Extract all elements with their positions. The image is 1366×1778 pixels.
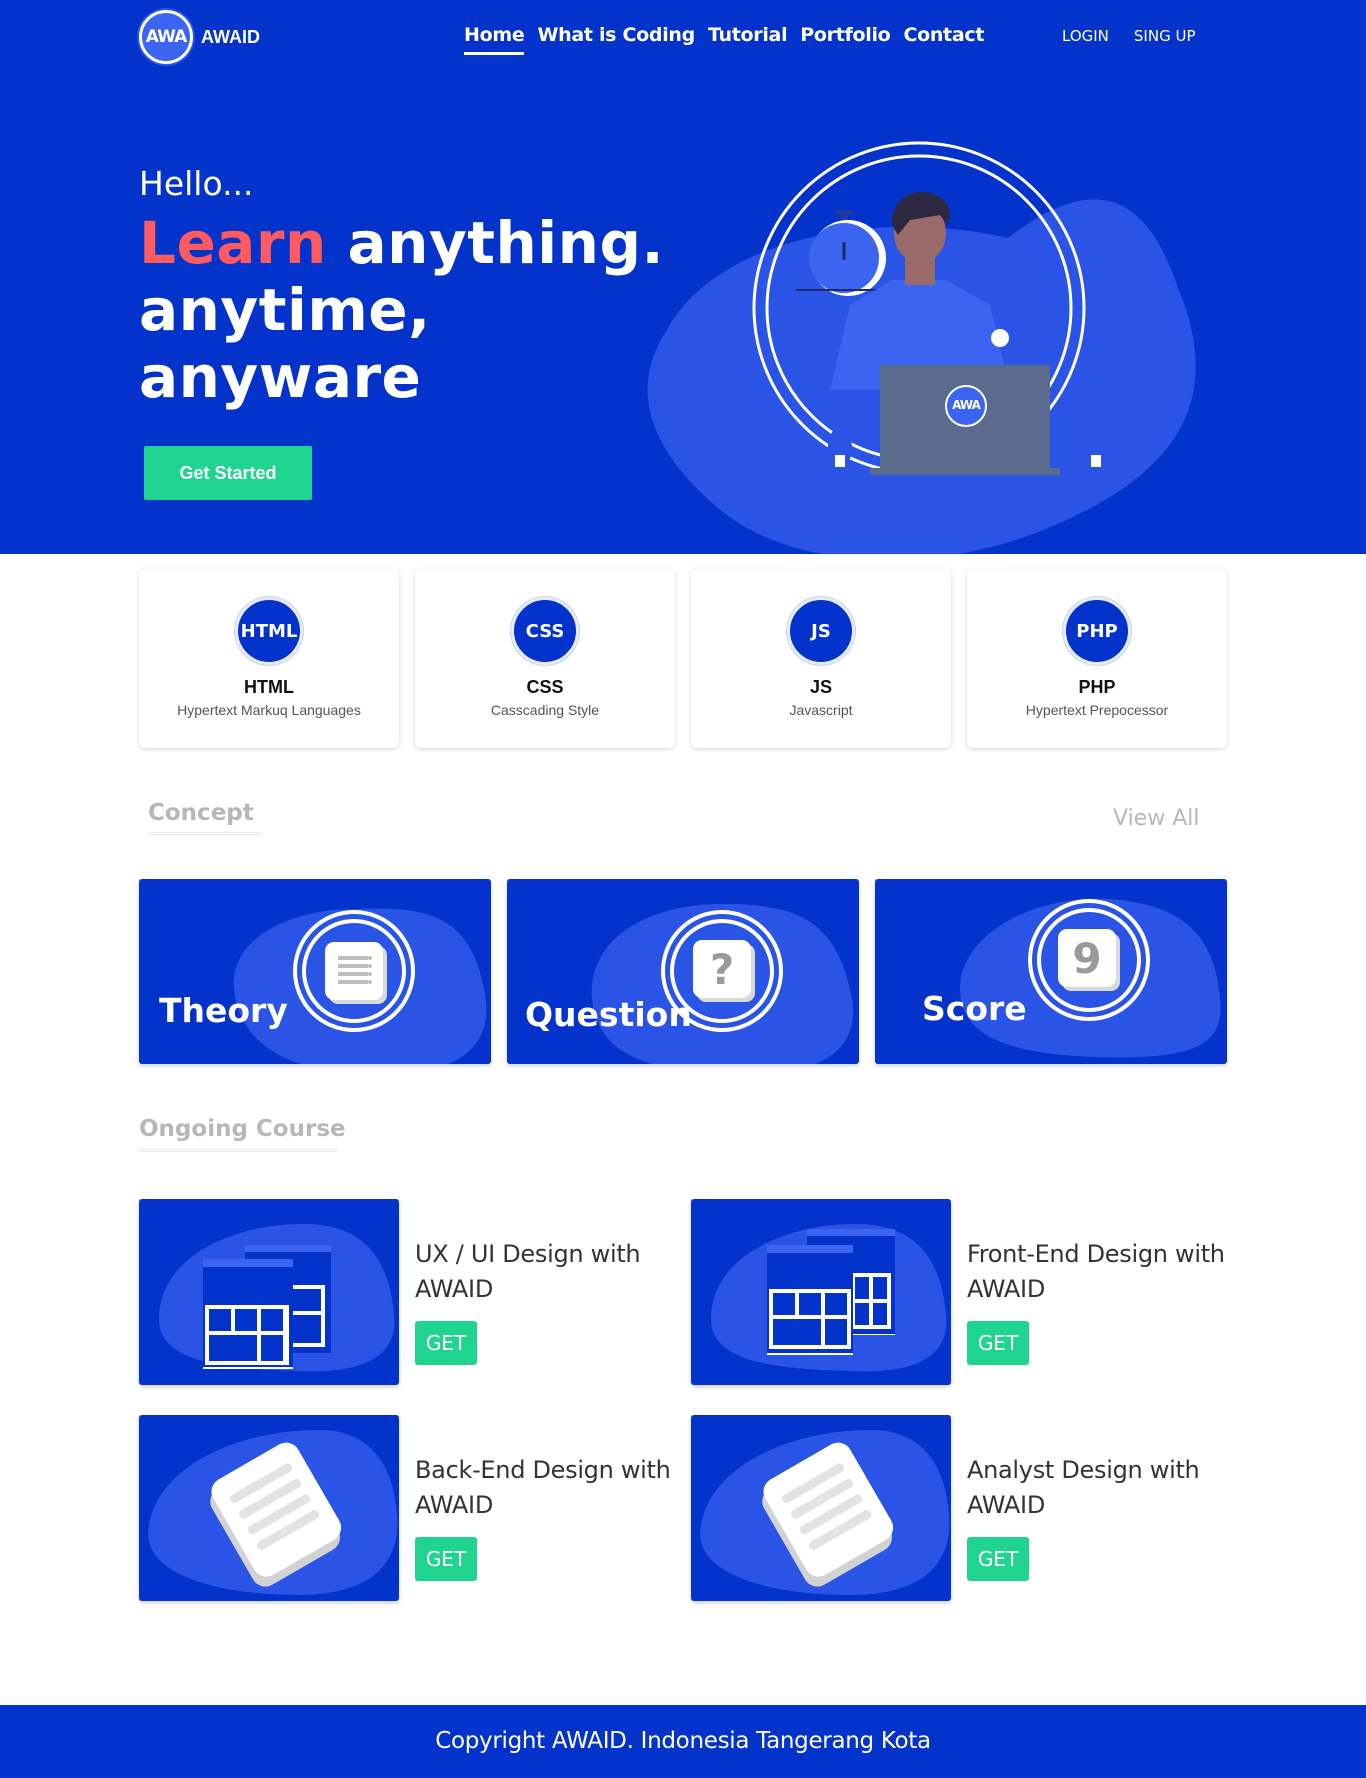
course-title: Analyst Design with AWAID — [967, 1456, 1200, 1519]
nav-portfolio[interactable]: Portfolio — [800, 24, 890, 55]
get-course-button[interactable]: GET — [967, 1321, 1029, 1365]
concept-card-score[interactable]: 9 Score — [875, 879, 1227, 1064]
concept-card-question[interactable]: ? Question — [507, 879, 859, 1064]
course-card-front-end: Front-End Design with AWAID GET — [691, 1199, 1231, 1385]
number-tile-icon: 9 — [1058, 929, 1116, 987]
auth-links: LOGIN SING UP — [1062, 27, 1196, 45]
language-card-css[interactable]: CSS CSS Casscading Style — [415, 569, 675, 748]
plant-right-icon — [1083, 420, 1109, 467]
concept-label: Score — [922, 989, 1027, 1028]
view-all-link[interactable]: View All — [1113, 806, 1199, 831]
course-card-analyst: Analyst Design with AWAID GET — [691, 1415, 1231, 1601]
language-description: Javascript — [789, 702, 853, 718]
language-card-php[interactable]: PHP PHP Hypertext Prepocessor — [967, 569, 1227, 748]
nav-home[interactable]: Home — [464, 24, 525, 55]
headline-accent: Learn — [139, 209, 327, 277]
concept-label: Theory — [159, 991, 288, 1030]
course-thumbnail[interactable] — [139, 1199, 399, 1385]
hero-illustration — [752, 141, 1110, 477]
concept-heading: Concept — [148, 800, 254, 826]
nav-contact[interactable]: Contact — [903, 24, 984, 55]
stopwatch-icon — [796, 210, 890, 296]
course-title: UX / UI Design with AWAID — [415, 1240, 641, 1303]
nav-what-is-coding[interactable]: What is Coding — [537, 24, 695, 55]
paper-stack-icon — [700, 1430, 950, 1595]
hero-section: AWA AWAID Home What is Coding Tutorial P… — [0, 0, 1366, 554]
js-badge: JS — [787, 597, 855, 665]
plant-left-icon — [827, 420, 853, 467]
site-footer: Copyright AWAID. Indonesia Tangerang Kot… — [0, 1705, 1366, 1778]
language-name: PHP — [1078, 677, 1116, 697]
question-glyph: ? — [709, 944, 735, 994]
laptop-logo-mark: AWA — [952, 398, 981, 412]
main-nav: Home What is Coding Tutorial Portfolio C… — [464, 24, 997, 55]
course-card-back-end: Back-End Design with AWAID GET — [139, 1415, 679, 1601]
logo-badge: AWA — [139, 10, 193, 64]
concept-label: Question — [525, 995, 692, 1034]
hero-headline: Learn anything. anytime, anyware — [139, 210, 664, 411]
course-title: Front-End Design with AWAID — [967, 1240, 1225, 1303]
course-thumbnail[interactable] — [691, 1199, 951, 1385]
html-badge: HTML — [235, 597, 303, 665]
headline-line3: anyware — [139, 343, 422, 411]
ongoing-heading: Ongoing Course — [139, 1116, 346, 1142]
language-card-html[interactable]: HTML HTML Hypertext Markuq Languages — [139, 569, 399, 748]
concept-card-theory[interactable]: Theory — [139, 879, 491, 1064]
language-name: HTML — [244, 677, 294, 697]
course-title: Back-End Design with AWAID — [415, 1456, 671, 1519]
language-description: Casscading Style — [490, 702, 600, 718]
get-started-button[interactable]: Get Started — [144, 446, 312, 500]
signup-link[interactable]: SING UP — [1134, 27, 1196, 45]
window-layout-icon — [159, 1224, 395, 1372]
hero-greeting: Hello... — [139, 164, 254, 203]
concept-underline — [148, 832, 262, 835]
question-mark-icon: ? — [693, 940, 751, 998]
copyright-text: Copyright AWAID. Indonesia Tangerang Kot… — [435, 1728, 931, 1754]
window-layout-icon — [711, 1224, 947, 1372]
brand-name: AWAID — [201, 26, 261, 47]
brand-logo[interactable]: AWA AWAID — [139, 10, 260, 64]
language-description: Hypertext Markuq Languages — [177, 702, 361, 718]
get-course-button[interactable]: GET — [415, 1537, 477, 1581]
score-glyph: 9 — [1072, 933, 1102, 983]
get-course-button[interactable]: GET — [415, 1321, 477, 1365]
headline-line2: anytime, — [139, 276, 431, 344]
language-name: JS — [809, 677, 833, 697]
headline-line1: anything. — [347, 209, 665, 277]
css-badge: CSS — [511, 597, 579, 665]
paper-stack-icon — [148, 1430, 398, 1595]
ongoing-underline — [139, 1149, 337, 1152]
course-thumbnail[interactable] — [139, 1415, 399, 1601]
login-link[interactable]: LOGIN — [1062, 27, 1109, 45]
php-badge: PHP — [1063, 597, 1131, 665]
document-list-icon — [325, 942, 383, 1000]
language-description: Hypertext Prepocessor — [1025, 702, 1169, 718]
get-course-button[interactable]: GET — [967, 1537, 1029, 1581]
course-card-ux-ui: UX / UI Design with AWAID GET — [139, 1199, 679, 1385]
course-thumbnail[interactable] — [691, 1415, 951, 1601]
nav-tutorial[interactable]: Tutorial — [708, 24, 788, 55]
language-card-js[interactable]: JS JS Javascript — [691, 569, 951, 748]
language-name: CSS — [526, 677, 564, 697]
language-cards: HTML HTML Hypertext Markuq Languages CSS… — [139, 569, 1227, 748]
